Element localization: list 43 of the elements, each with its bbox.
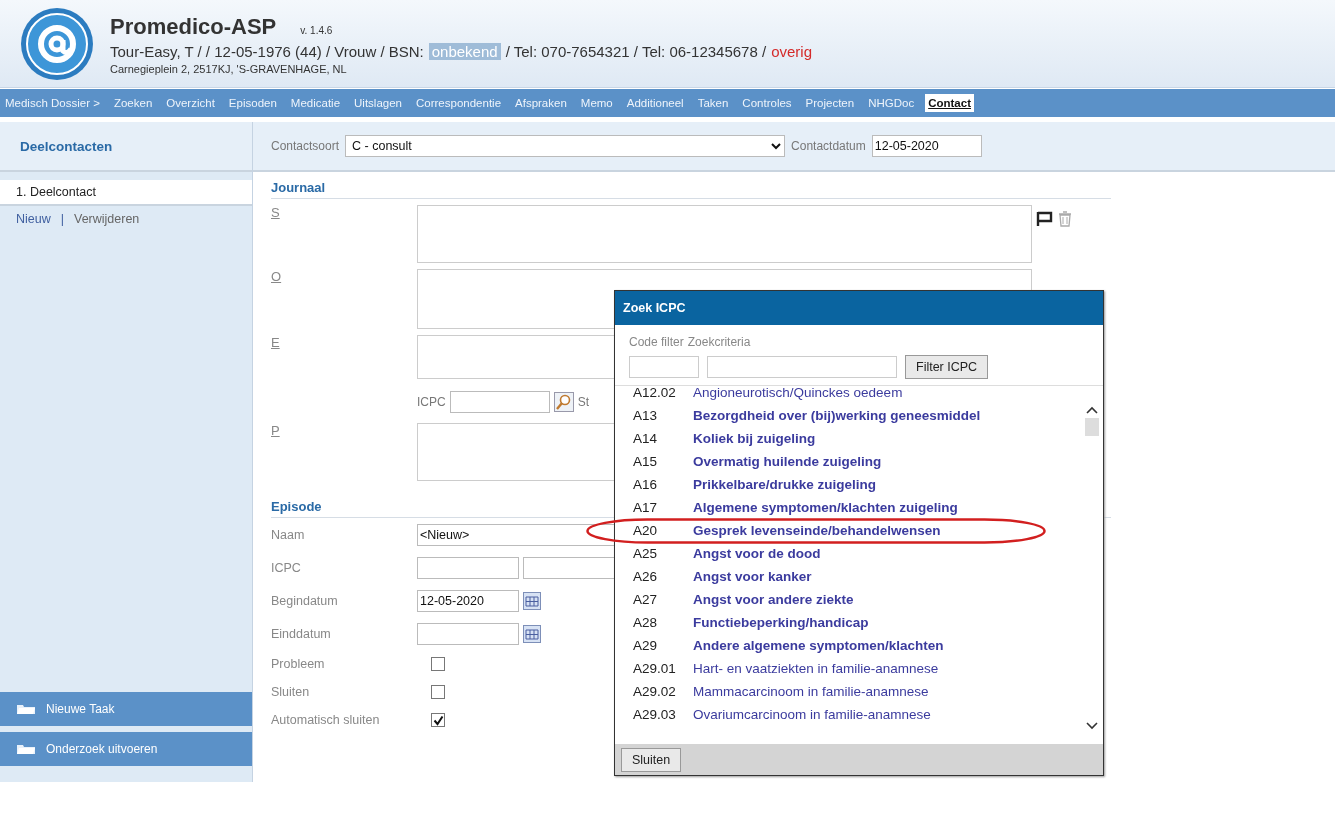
icpc-code: A29 xyxy=(633,638,659,653)
icpc-code: A20 xyxy=(633,523,659,538)
section-title: Journaal xyxy=(271,180,1111,199)
icpc-code: A13 xyxy=(633,408,659,423)
field-label: Begindatum xyxy=(271,593,339,608)
field-label: Automatisch sluiten xyxy=(271,713,381,727)
phone-numbers: / Tel: 070-7654321 / Tel: 06-12345678 / xyxy=(505,43,767,60)
icpc-code: A12.02 xyxy=(633,386,677,400)
patient-summary: Tour-Easy, T / / 12-05-1976 (44) / Vrouw / BSN: xyxy=(110,43,424,60)
field-label: Contactsoort xyxy=(271,139,340,153)
field-label: ICPC xyxy=(417,395,446,409)
icpc-code: A14 xyxy=(633,431,659,446)
field-label: Zoekcriteria xyxy=(687,335,751,349)
field-label: Code filter xyxy=(629,335,684,349)
field-label: ICPC xyxy=(271,560,302,575)
link-separator: | xyxy=(60,212,64,226)
bsn-value: onbekend xyxy=(428,43,501,60)
field-label: Einddatum xyxy=(271,626,332,641)
field-label: Probleem xyxy=(271,657,326,671)
icpc-code: A29.02 xyxy=(633,684,677,699)
panel-title: Deelcontacten xyxy=(20,138,113,154)
field-label: St xyxy=(577,395,589,409)
version-label: v. 1.4.6 xyxy=(300,25,333,36)
patient-address: Carnegieplein 2, 2517KJ, 'S-GRAVENHAGE, NL xyxy=(110,63,348,75)
field-label: E xyxy=(271,335,281,352)
icpc-code: A16 xyxy=(633,477,659,492)
field-label: Contactdatum xyxy=(791,139,866,153)
icpc-code: A17 xyxy=(633,500,659,515)
field-label: Naam xyxy=(271,527,306,542)
icpc-code: A29.03 xyxy=(633,707,677,722)
icpc-code: A26 xyxy=(633,569,659,584)
icpc-code: A15 xyxy=(633,454,659,469)
icpc-code: A27 xyxy=(633,592,659,607)
dialog-title: Zoek ICPC xyxy=(623,301,686,315)
field-label: S xyxy=(271,205,281,222)
icpc-code: A29.01 xyxy=(633,661,677,676)
app-title: Promedico-ASP xyxy=(110,14,277,40)
patient-category: overig xyxy=(771,43,812,60)
icpc-code: A25 xyxy=(633,546,659,561)
field-label: O xyxy=(271,269,283,286)
icpc-code: A28 xyxy=(633,615,659,630)
field-label: Sluiten xyxy=(271,685,311,699)
field-label: P xyxy=(271,423,281,440)
